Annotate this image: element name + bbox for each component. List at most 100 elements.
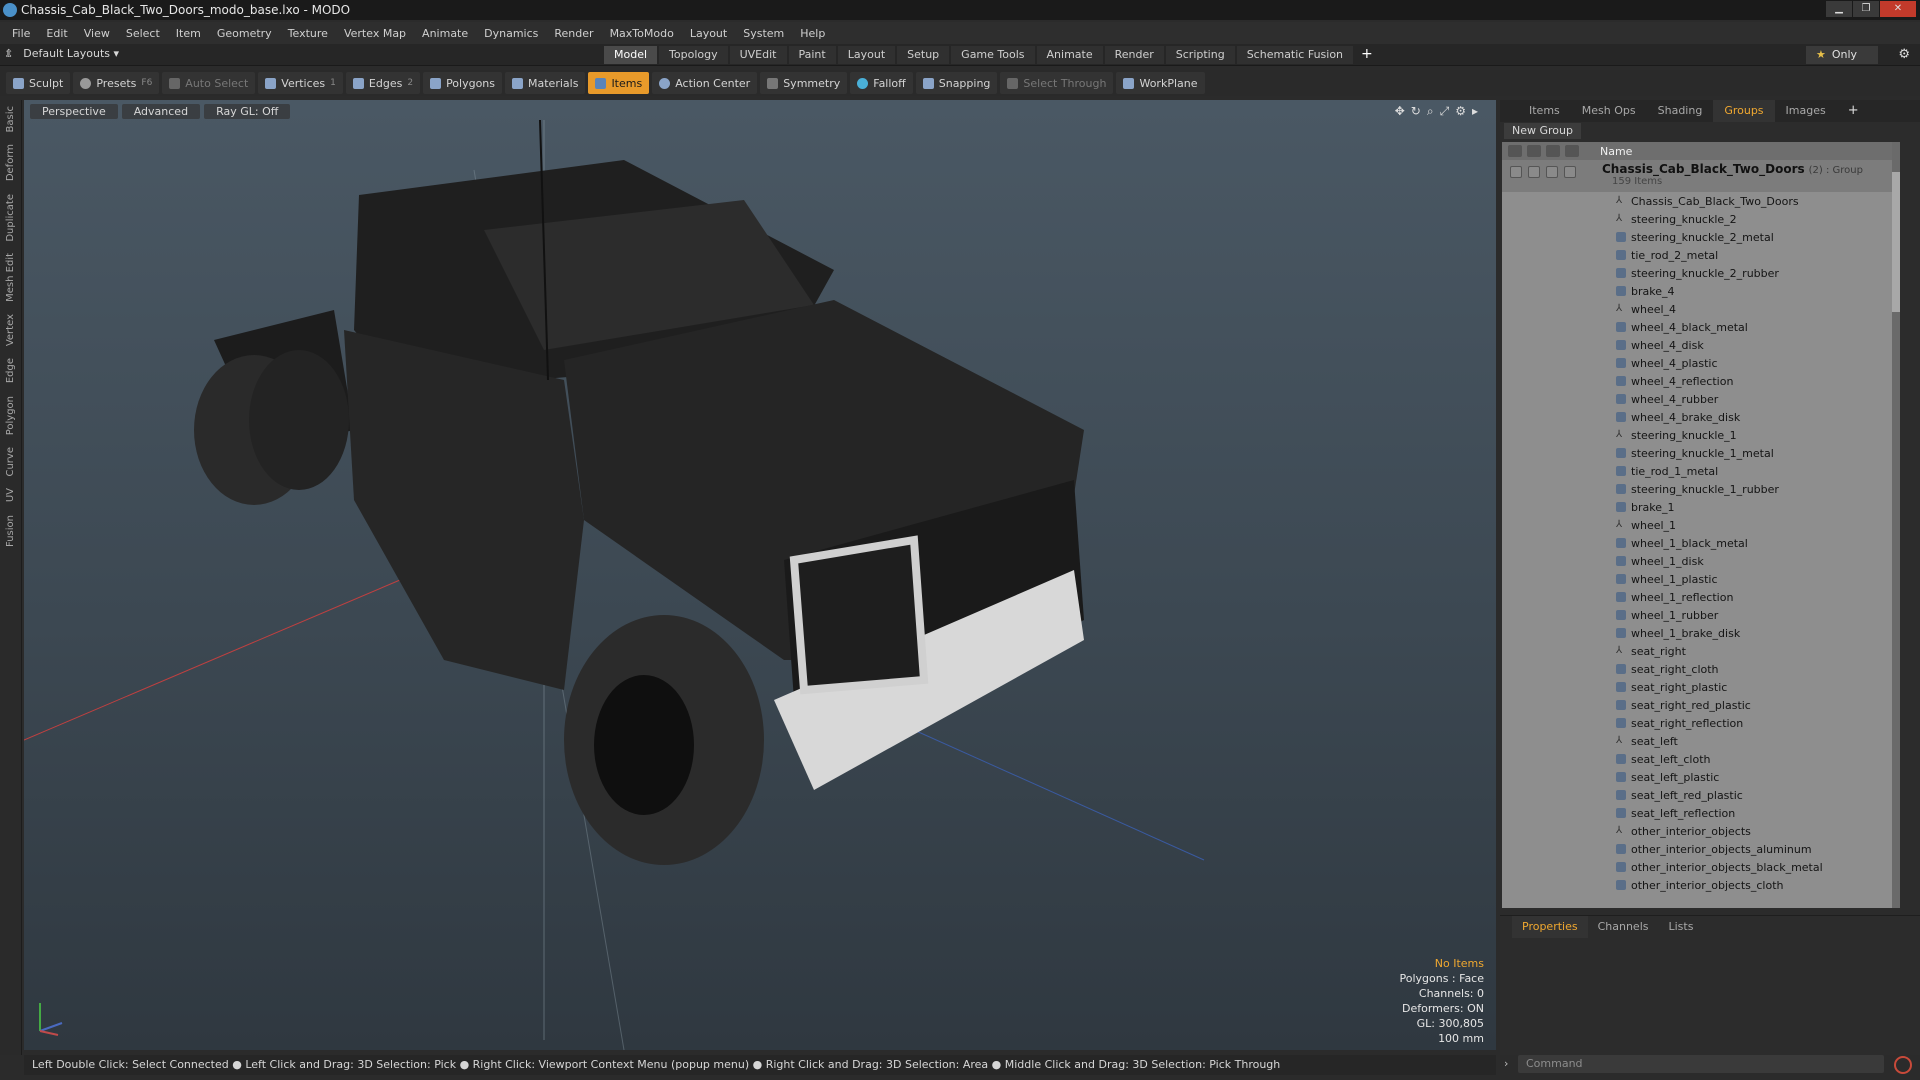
fit-icon[interactable]: ⤢ [1440, 104, 1450, 119]
tab-render[interactable]: Render [1104, 46, 1164, 64]
menu-select[interactable]: Select [118, 27, 168, 40]
list-item[interactable]: other_interior_objects_black_metal [1502, 858, 1900, 876]
snapping-button[interactable]: Snapping [915, 72, 998, 94]
gear-icon[interactable]: ⚙ [1898, 47, 1910, 62]
maximize-icon[interactable]: ❐ [1853, 1, 1879, 17]
list-item[interactable]: steering_knuckle_2_rubber [1502, 264, 1900, 282]
list-item[interactable]: tie_rod_2_metal [1502, 246, 1900, 264]
list-item[interactable]: steering_knuckle_1_rubber [1502, 480, 1900, 498]
visibility-column-icon[interactable] [1508, 145, 1522, 157]
pan-icon[interactable]: ✥ [1395, 104, 1405, 119]
menu-animate[interactable]: Animate [414, 27, 476, 40]
list-item[interactable]: brake_4 [1502, 282, 1900, 300]
rotate-icon[interactable]: ↻ [1411, 104, 1421, 119]
tab-groups[interactable]: Groups [1713, 100, 1775, 122]
tab-properties[interactable]: Properties [1512, 916, 1588, 938]
list-item[interactable]: wheel_4_rubber [1502, 390, 1900, 408]
polygons-button[interactable]: Polygons [423, 72, 503, 94]
shading-dropdown[interactable]: Advanced [121, 104, 201, 119]
view-mode-dropdown[interactable]: Perspective [30, 104, 118, 119]
raygl-toggle[interactable]: Ray GL: Off [204, 104, 291, 119]
vertices-button[interactable]: Vertices 1 [258, 72, 343, 94]
list-item[interactable]: wheel_1_plastic [1502, 570, 1900, 588]
tab-setup[interactable]: Setup [897, 46, 950, 64]
list-item[interactable]: seat_right_reflection [1502, 714, 1900, 732]
tab-lists[interactable]: Lists [1659, 916, 1704, 938]
tab-topology[interactable]: Topology [659, 46, 728, 64]
strip-tab-mesh-edit[interactable]: Mesh Edit [0, 247, 21, 308]
strip-tab-fusion[interactable]: Fusion [0, 509, 21, 553]
menu-layout[interactable]: Layout [682, 27, 735, 40]
name-column-header[interactable]: Name [1586, 145, 1632, 158]
strip-tab-deform[interactable]: Deform [0, 138, 21, 187]
presets-button[interactable]: Presets F6 [73, 72, 160, 94]
menu-texture[interactable]: Texture [280, 27, 336, 40]
lock-icon[interactable] [1546, 166, 1558, 178]
strip-tab-vertex[interactable]: Vertex [0, 308, 21, 352]
tab-images[interactable]: Images [1775, 100, 1837, 122]
tab-game-tools[interactable]: Game Tools [951, 46, 1035, 64]
close-icon[interactable]: ✕ [1880, 1, 1916, 17]
strip-tab-basic[interactable]: Basic [0, 100, 21, 138]
list-item[interactable]: ⅄ wheel_1 [1502, 516, 1900, 534]
menu-file[interactable]: File [4, 27, 38, 40]
tab-mesh-ops[interactable]: Mesh Ops [1571, 100, 1647, 122]
list-item[interactable]: wheel_1_black_metal [1502, 534, 1900, 552]
command-stop-icon[interactable] [1894, 1056, 1912, 1074]
list-item[interactable]: ⅄ Chassis_Cab_Black_Two_Doors [1502, 192, 1900, 210]
list-item[interactable]: wheel_4_brake_disk [1502, 408, 1900, 426]
lock-column-icon[interactable] [1546, 145, 1560, 157]
list-item[interactable]: wheel_1_rubber [1502, 606, 1900, 624]
list-item[interactable]: ⅄ seat_left [1502, 732, 1900, 750]
new-group-button[interactable]: New Group [1504, 123, 1581, 139]
items-button[interactable]: Items [588, 72, 650, 94]
falloff-button[interactable]: Falloff [850, 72, 913, 94]
symmetry-button[interactable]: Symmetry [760, 72, 848, 94]
command-arrow-icon[interactable]: › [1504, 1057, 1508, 1070]
list-item[interactable]: wheel_4_reflection [1502, 372, 1900, 390]
list-item[interactable]: wheel_1_disk [1502, 552, 1900, 570]
strip-tab-edge[interactable]: Edge [0, 352, 21, 389]
list-item[interactable]: ⅄ steering_knuckle_1 [1502, 426, 1900, 444]
list-item[interactable]: other_interior_objects_cloth [1502, 876, 1900, 894]
list-item[interactable]: seat_right_cloth [1502, 660, 1900, 678]
default-layouts-dropdown[interactable]: Default Layouts ▾ [23, 47, 119, 60]
list-item[interactable]: ⅄ wheel_4 [1502, 300, 1900, 318]
tab-channels[interactable]: Channels [1588, 916, 1659, 938]
menu-help[interactable]: Help [792, 27, 833, 40]
list-item[interactable]: wheel_4_black_metal [1502, 318, 1900, 336]
list-item[interactable]: other_interior_objects_aluminum [1502, 840, 1900, 858]
edges-button[interactable]: Edges 2 [345, 72, 421, 94]
select-column-icon[interactable] [1565, 145, 1579, 157]
menu-render[interactable]: Render [546, 27, 601, 40]
list-item[interactable]: seat_left_cloth [1502, 750, 1900, 768]
tab-animate[interactable]: Animate [1036, 46, 1103, 64]
menu-view[interactable]: View [76, 27, 118, 40]
menu-dynamics[interactable]: Dynamics [476, 27, 546, 40]
list-item[interactable]: seat_left_reflection [1502, 804, 1900, 822]
add-tab-icon[interactable]: + [1355, 46, 1379, 64]
render-column-icon[interactable] [1527, 145, 1541, 157]
zoom-icon[interactable]: ⌕ [1427, 104, 1434, 119]
menu-item[interactable]: Item [168, 27, 209, 40]
strip-tab-curve[interactable]: Curve [0, 441, 21, 483]
list-item[interactable]: ⅄ seat_right [1502, 642, 1900, 660]
scrollbar-thumb[interactable] [1892, 172, 1900, 312]
tab-shading[interactable]: Shading [1647, 100, 1714, 122]
list-item[interactable]: seat_right_plastic [1502, 678, 1900, 696]
render-icon[interactable] [1528, 166, 1540, 178]
action-center-button[interactable]: Action Center [652, 72, 758, 94]
list-item[interactable]: ⅄ other_interior_objects [1502, 822, 1900, 840]
only-toggle[interactable]: ★ Only [1806, 46, 1878, 64]
workplane-button[interactable]: WorkPlane [1116, 72, 1205, 94]
3d-viewport[interactable]: Perspective Advanced Ray GL: Off ✥ ↻ ⌕ ⤢… [24, 100, 1496, 1050]
list-item[interactable]: seat_left_red_plastic [1502, 786, 1900, 804]
list-item[interactable]: steering_knuckle_1_metal [1502, 444, 1900, 462]
menu-edit[interactable]: Edit [38, 27, 75, 40]
list-item[interactable]: wheel_1_reflection [1502, 588, 1900, 606]
expand-arrow-icon[interactable]: ▸ [1472, 104, 1478, 119]
settings-icon[interactable]: ⚙ [1455, 104, 1466, 119]
tab-uvedit[interactable]: UVEdit [729, 46, 787, 64]
group-row[interactable]: Chassis_Cab_Black_Two_Doors (2) : Group 1… [1502, 160, 1900, 192]
auto-select-button[interactable]: Auto Select [162, 72, 256, 94]
